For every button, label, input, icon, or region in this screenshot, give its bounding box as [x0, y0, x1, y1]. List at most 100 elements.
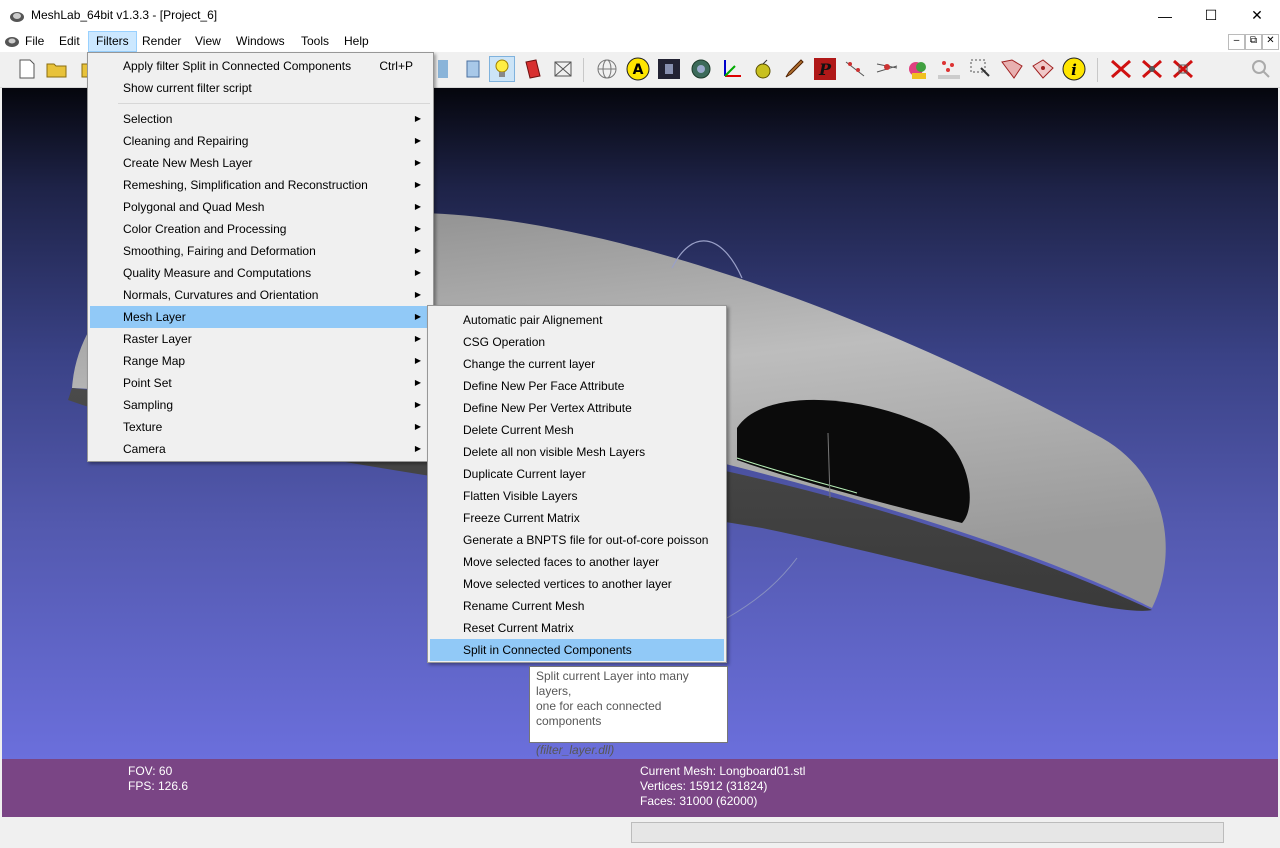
wireframe-icon[interactable] [550, 56, 576, 82]
point-icon[interactable] [843, 56, 869, 82]
apple-icon[interactable] [750, 56, 776, 82]
menu-item-delete-non-visible-layers[interactable]: Delete all non visible Mesh Layers [430, 441, 724, 463]
menu-filters[interactable]: Filters [88, 31, 137, 52]
fov-label: FOV: 60 [128, 764, 173, 778]
menu-item-normals[interactable]: Normals, Curvatures and Orientation ▶ [90, 284, 431, 306]
menu-item-split-connected-components[interactable]: Split in Connected Components [430, 639, 724, 661]
submenu-arrow-icon: ▶ [414, 290, 421, 299]
reference-icon[interactable] [936, 56, 962, 82]
menu-item-point-set[interactable]: Point Set ▶ [90, 372, 431, 394]
menu-item-generate-bnpts[interactable]: Generate a BNPTS file for out-of-core po… [430, 529, 724, 551]
vertices-label: Vertices: 15912 (31824) [640, 779, 768, 793]
brush-icon[interactable] [781, 56, 807, 82]
menu-item-duplicate-current-layer[interactable]: Duplicate Current layer [430, 463, 724, 485]
select-faces-icon[interactable] [999, 56, 1025, 82]
menu-item-reset-current-matrix[interactable]: Reset Current Matrix [430, 617, 724, 639]
menu-item-sampling[interactable]: Sampling ▶ [90, 394, 431, 416]
lamp-icon[interactable] [489, 56, 515, 82]
shortcut-label: Ctrl+P [379, 59, 413, 73]
info-icon[interactable]: i [1061, 56, 1087, 82]
delete-all-icon[interactable] [1170, 56, 1196, 82]
select-icon[interactable] [968, 56, 994, 82]
open-icon[interactable] [44, 56, 70, 82]
sphere-icon[interactable] [594, 56, 620, 82]
select-vertices-icon[interactable] [1030, 56, 1056, 82]
menu-item-delete-current-mesh[interactable]: Delete Current Mesh [430, 419, 724, 441]
info-overlay: FOV: 60 FPS: 126.6 Current Mesh: Longboa… [2, 759, 1278, 817]
menu-item-move-vertices[interactable]: Move selected vertices to another layer [430, 573, 724, 595]
menu-tools[interactable]: Tools [294, 31, 336, 52]
tooltip-line: Split current Layer into many layers, [536, 669, 689, 698]
meshlab-app-icon [10, 12, 24, 22]
menu-item-selection[interactable]: Selection ▶ [90, 108, 431, 130]
maximize-button[interactable]: ☐ [1188, 0, 1234, 31]
window-title: MeshLab_64bit v1.3.3 - [Project_6] [31, 8, 218, 22]
mdi-restore-button[interactable]: ⧉ [1245, 34, 1262, 50]
delete-faces-icon[interactable] [1108, 56, 1134, 82]
minimize-button[interactable]: — [1142, 0, 1188, 31]
menu-item-flatten-visible-layers[interactable]: Flatten Visible Layers [430, 485, 724, 507]
paint-icon[interactable] [519, 56, 545, 82]
menu-help[interactable]: Help [337, 31, 376, 52]
menu-item-show-filter-script[interactable]: Show current filter script [90, 77, 431, 99]
new-file-icon[interactable] [14, 56, 40, 82]
menu-file[interactable]: File [18, 31, 51, 52]
axis-icon[interactable] [719, 56, 745, 82]
menu-item-mesh-layer[interactable]: Mesh Layer ▶ [90, 306, 431, 328]
menu-item-quality[interactable]: Quality Measure and Computations ▶ [90, 262, 431, 284]
submenu-arrow-icon: ▶ [414, 246, 421, 255]
pick-icon[interactable]: P [812, 56, 838, 82]
tooltip-line: components [536, 714, 602, 728]
bbox-icon[interactable] [459, 56, 485, 82]
menu-item-define-per-face-attribute[interactable]: Define New Per Face Attribute [430, 375, 724, 397]
shape-icon[interactable] [905, 56, 931, 82]
menu-item-polygonal[interactable]: Polygonal and Quad Mesh ▶ [90, 196, 431, 218]
mdi-close-button[interactable]: ✕ [1262, 34, 1279, 50]
submenu-arrow-icon: ▶ [414, 400, 421, 409]
menu-item-rename-current-mesh[interactable]: Rename Current Mesh [430, 595, 724, 617]
menu-item-smoothing[interactable]: Smoothing, Fairing and Deformation ▶ [90, 240, 431, 262]
menu-bar: File Edit Filters Render View Windows To… [0, 31, 1280, 52]
menu-item-color[interactable]: Color Creation and Processing ▶ [90, 218, 431, 240]
menu-view[interactable]: View [188, 31, 228, 52]
menu-item-cleaning[interactable]: Cleaning and Repairing ▶ [90, 130, 431, 152]
menu-item-move-faces[interactable]: Move selected faces to another layer [430, 551, 724, 573]
menu-item-change-current-layer[interactable]: Change the current layer [430, 353, 724, 375]
submenu-arrow-icon: ▶ [414, 356, 421, 365]
menu-item-raster-layer[interactable]: Raster Layer ▶ [90, 328, 431, 350]
toolbar-separator [1097, 58, 1098, 82]
close-button[interactable]: ✕ [1234, 0, 1280, 31]
nut-icon[interactable] [688, 56, 714, 82]
menu-separator [118, 103, 430, 104]
menu-item-remeshing[interactable]: Remeshing, Simplification and Reconstruc… [90, 174, 431, 196]
submenu-arrow-icon: ▶ [414, 136, 421, 145]
menu-item-apply-filter[interactable]: Apply filter Split in Connected Componen… [90, 55, 431, 77]
svg-text:P: P [818, 60, 832, 79]
menu-render[interactable]: Render [135, 31, 188, 52]
svg-text:i: i [1071, 61, 1077, 79]
align-icon[interactable] [874, 56, 900, 82]
menu-item-range-map[interactable]: Range Map ▶ [90, 350, 431, 372]
submenu-arrow-icon: ▶ [414, 202, 421, 211]
menu-edit[interactable]: Edit [52, 31, 87, 52]
fps-label: FPS: 126.6 [128, 779, 189, 793]
submenu-arrow-icon: ▶ [414, 422, 421, 431]
submenu-arrow-icon: ▶ [414, 312, 421, 321]
submenu-arrow-icon: ▶ [414, 224, 421, 233]
menu-item-create-mesh-layer[interactable]: Create New Mesh Layer ▶ [90, 152, 431, 174]
current-mesh-label: Current Mesh: Longboard01.stl [640, 764, 806, 778]
menu-item-freeze-current-matrix[interactable]: Freeze Current Matrix [430, 507, 724, 529]
search-icon[interactable] [1248, 56, 1274, 82]
tooltip-dll-name: (filter_layer.dll) [536, 743, 615, 757]
faces-label: Faces: 31000 (62000) [640, 794, 758, 808]
menu-item-camera[interactable]: Camera ▶ [90, 438, 431, 460]
delete-vertices-icon[interactable] [1139, 56, 1165, 82]
menu-windows[interactable]: Windows [229, 31, 292, 52]
texture-icon[interactable] [656, 56, 682, 82]
annotation-icon[interactable]: A [625, 56, 651, 82]
menu-item-automatic-pair-alignement[interactable]: Automatic pair Alignement [430, 309, 724, 331]
menu-item-csg-operation[interactable]: CSG Operation [430, 331, 724, 353]
mdi-minimize-button[interactable]: – [1228, 34, 1245, 50]
menu-item-texture[interactable]: Texture ▶ [90, 416, 431, 438]
menu-item-define-per-vertex-attribute[interactable]: Define New Per Vertex Attribute [430, 397, 724, 419]
